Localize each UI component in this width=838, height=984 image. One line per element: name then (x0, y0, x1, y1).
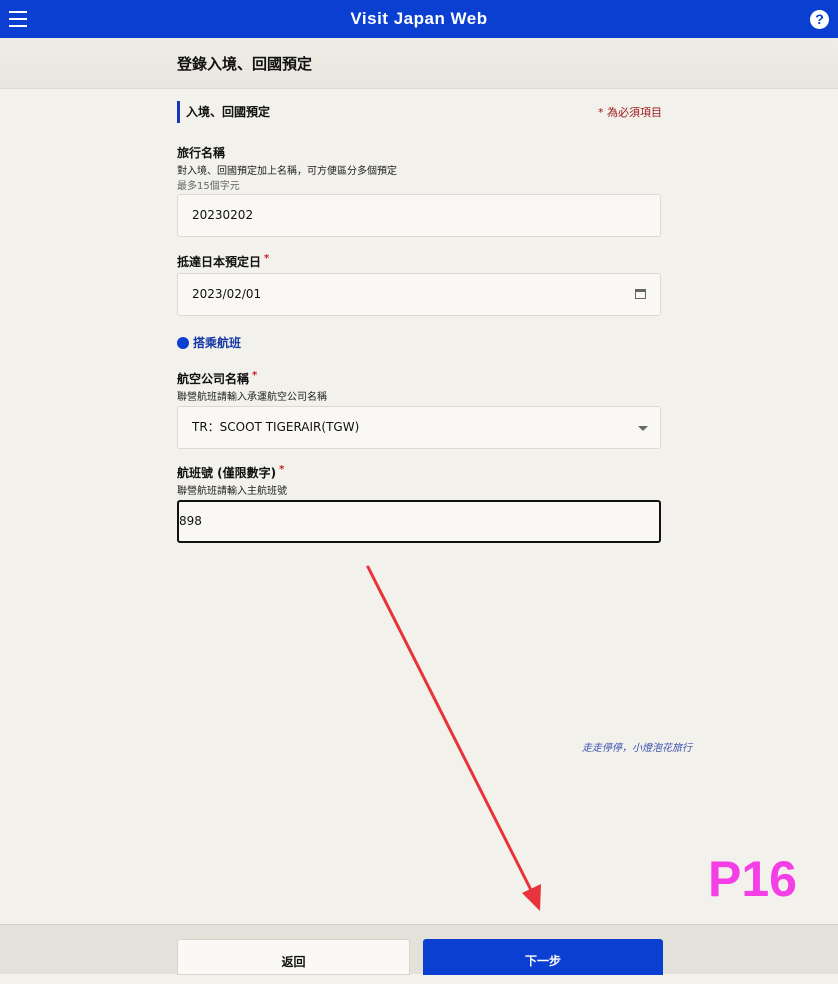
footer-bar: 返回 下一步 (0, 924, 838, 975)
annotation-arrow (366, 565, 541, 911)
annotation-arrow-line (366, 565, 534, 894)
page-stamp: P16 (708, 851, 797, 907)
watermark-text: 走走停停，小燈泡花旅行 (582, 743, 692, 754)
back-button[interactable]: 返回 (177, 939, 410, 975)
next-button[interactable]: 下一步 (423, 939, 663, 975)
